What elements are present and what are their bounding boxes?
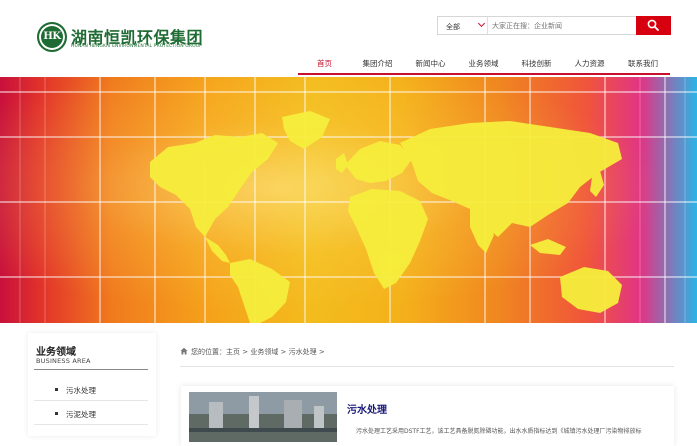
logo-badge-text: HK xyxy=(43,31,61,42)
sidebar-item-label: 污水处理 xyxy=(66,386,96,395)
article-card[interactable]: 污水处理 污水处理工艺采用DSTF工艺，该工艺具备脱氮除磷功能，出水水质指标达到… xyxy=(181,386,674,446)
bullet-icon xyxy=(55,388,58,391)
nav-item-contact[interactable]: 联系我们 xyxy=(616,53,670,75)
logo-emblem-icon: HK xyxy=(37,22,67,52)
search-bar: 全部 xyxy=(437,16,671,35)
nav-item-technology[interactable]: 科技创新 xyxy=(510,53,563,75)
sidebar-subtitle: BUSINESS AREA xyxy=(36,357,91,365)
breadcrumb-path[interactable]: 主页 > 业务领域 > 污水处理 > xyxy=(226,348,325,356)
nav-item-hr[interactable]: 人力资源 xyxy=(563,53,616,75)
nav-item-about[interactable]: 集团介绍 xyxy=(351,53,404,75)
breadcrumb: 您的位置：主页 > 业务领域 > 污水处理 > xyxy=(180,347,325,357)
sidebar-item-label: 污泥处理 xyxy=(66,410,96,419)
logo-name-en: HUNAN HENGKAI ENVIRONMENTAL PROTECTION G… xyxy=(71,44,202,49)
bullet-icon xyxy=(55,412,58,415)
chevron-down-icon xyxy=(477,19,486,28)
breadcrumb-prefix: 您的位置： xyxy=(191,348,226,356)
sidebar-item-sludge[interactable]: 污泥处理 xyxy=(34,403,148,425)
article-excerpt: 污水处理工艺采用DSTF工艺，该工艺具备脱氮除磷功能，出水水质指标达到《城镇污水… xyxy=(356,428,642,435)
search-category-label: 全部 xyxy=(446,23,460,31)
sidebar: 业务领域 BUSINESS AREA 污水处理 污泥处理 xyxy=(28,333,156,436)
sidebar-item-wastewater[interactable]: 污水处理 xyxy=(34,379,148,401)
treatment-plant-photo xyxy=(189,392,337,442)
home-icon xyxy=(180,347,188,355)
hero-banner xyxy=(0,77,697,323)
breadcrumb-divider xyxy=(180,366,674,367)
world-map-graphic xyxy=(0,77,697,323)
search-category-select[interactable]: 全部 xyxy=(438,17,488,34)
article-thumbnail[interactable] xyxy=(189,392,337,442)
nav-item-business[interactable]: 业务领域 xyxy=(457,53,510,75)
nav-item-news[interactable]: 新闻中心 xyxy=(404,53,457,75)
sidebar-divider xyxy=(34,369,148,370)
nav-underline xyxy=(298,73,670,75)
main-nav: 首页 集团介绍 新闻中心 业务领域 科技创新 人力资源 联系我们 xyxy=(298,53,670,75)
logo[interactable]: HK 湖南恒凯环保集团 HUNAN HENGKAI ENVIRONMENTAL … xyxy=(37,22,203,56)
search-button[interactable] xyxy=(636,16,671,35)
nav-item-home[interactable]: 首页 xyxy=(298,53,351,75)
sidebar-title: 业务领域 xyxy=(36,347,76,358)
site-header: HK 湖南恒凯环保集团 HUNAN HENGKAI ENVIRONMENTAL … xyxy=(0,0,697,76)
search-icon xyxy=(647,19,659,31)
article-title[interactable]: 污水处理 xyxy=(347,401,387,416)
search-input[interactable] xyxy=(489,17,636,34)
